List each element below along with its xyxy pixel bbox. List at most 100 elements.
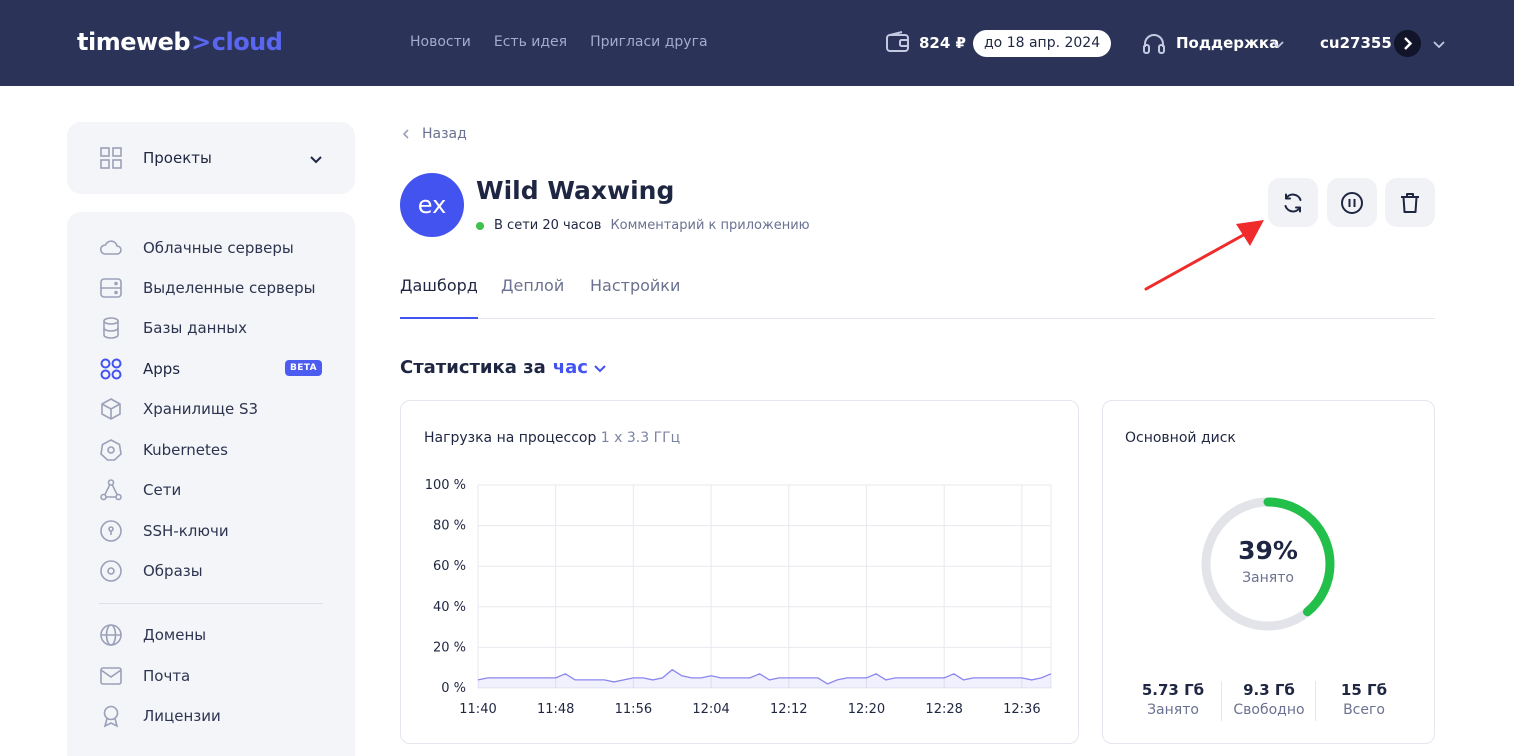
- disk-total-label: Всего: [1343, 702, 1385, 718]
- tab-dashboard[interactable]: Дашборд: [400, 276, 478, 319]
- sidebar-item-label: Apps: [143, 360, 181, 378]
- x-tick-label: 11:40: [459, 702, 496, 717]
- nav-news[interactable]: Новости: [410, 34, 471, 50]
- projects-label: Проекты: [143, 149, 212, 167]
- sidebar-item-images[interactable]: Образы: [99, 558, 327, 584]
- sidebar-item-apps[interactable]: Apps BETA: [99, 356, 327, 382]
- disk-free-stat: 9.3 Гб Свободно: [1220, 681, 1318, 718]
- pause-button[interactable]: [1327, 178, 1377, 227]
- y-tick-label: 0 %: [441, 681, 466, 696]
- username[interactable]: cu27355: [1320, 34, 1392, 52]
- sidebar-item-licenses[interactable]: Лицензии: [99, 703, 327, 729]
- mail-icon: [100, 667, 122, 685]
- sidebar-item-label: Выделенные серверы: [143, 279, 316, 297]
- sidebar-item-mail[interactable]: Почта: [99, 663, 327, 689]
- app-avatar: ex: [400, 173, 464, 237]
- online-dot: [476, 221, 484, 230]
- disk-total-stat: 15 Гб Всего: [1315, 681, 1413, 718]
- sidebar-item-label: Kubernetes: [143, 441, 228, 459]
- comment-link[interactable]: Комментарий к приложению: [610, 218, 809, 233]
- app-title: Wild Waxwing: [476, 176, 675, 205]
- sidebar-item-databases[interactable]: Базы данных: [99, 315, 327, 341]
- stats-title: Статистика за: [400, 357, 546, 378]
- apps-icon: [100, 358, 122, 380]
- sidebar-item-ssh-keys[interactable]: SSH-ключи: [99, 518, 327, 544]
- sidebar-item-dedicated-servers[interactable]: Выделенные серверы: [99, 275, 327, 301]
- x-tick-label: 11:56: [615, 702, 652, 717]
- disc-icon: [100, 560, 122, 582]
- app-status: В сети 20 часов Комментарий к приложению: [476, 218, 810, 233]
- stats-period-select[interactable]: час: [553, 357, 588, 378]
- key-icon: [100, 520, 122, 542]
- logo-cloud: cloud: [211, 28, 283, 56]
- disk-card: Основной диск 39% Занято 5.73 Гб Занято …: [1102, 400, 1435, 744]
- beta-badge: BETA: [285, 360, 323, 376]
- sidebar-item-label: Почта: [143, 667, 191, 685]
- y-tick-label: 40 %: [433, 600, 466, 615]
- chevron-down-icon[interactable]: [1270, 36, 1286, 52]
- disk-percent: 39%: [1238, 536, 1298, 565]
- back-link[interactable]: Назад: [400, 126, 467, 142]
- disk-used-value: 5.73 Гб: [1141, 681, 1205, 699]
- disk-used-stat: 5.73 Гб Занято: [1124, 681, 1222, 718]
- chevron-down-icon[interactable]: [307, 150, 325, 168]
- sidebar-item-label: Лицензии: [143, 707, 221, 725]
- delete-button[interactable]: [1385, 178, 1435, 227]
- nav-idea[interactable]: Есть идея: [494, 34, 567, 50]
- disk-percent-label: Занято: [1242, 570, 1294, 586]
- status-text: В сети 20 часов: [494, 218, 602, 233]
- y-tick-label: 80 %: [433, 519, 466, 534]
- x-tick-label: 12:20: [848, 702, 885, 717]
- sidebar-item-label: Базы данных: [143, 319, 247, 337]
- chevron-down-icon[interactable]: [1431, 36, 1447, 52]
- cpu-area: [478, 669, 1051, 688]
- x-tick-label: 12:04: [692, 702, 729, 717]
- logo-main: timeweb: [77, 28, 191, 56]
- stats-header: Статистика за час: [400, 357, 608, 378]
- cube-icon: [101, 398, 121, 420]
- sidebar-item-domains[interactable]: Домены: [99, 622, 327, 648]
- sidebar-item-kubernetes[interactable]: Kubernetes: [99, 437, 327, 463]
- disk-used-label: Занято: [1147, 702, 1199, 718]
- x-tick-label: 12:36: [1003, 702, 1040, 717]
- chevron-left-icon: [402, 129, 409, 139]
- support-menu[interactable]: Поддержка: [1176, 34, 1279, 52]
- chevron-down-icon[interactable]: [592, 360, 608, 376]
- headset-icon: [1143, 34, 1165, 54]
- sidebar-item-label: SSH-ключи: [143, 522, 229, 540]
- sidebar-item-label: Облачные серверы: [143, 239, 294, 257]
- y-tick-label: 60 %: [433, 559, 466, 574]
- paid-until-badge[interactable]: до 18 апр. 2024: [973, 30, 1112, 57]
- user-arrow-icon[interactable]: [1394, 30, 1421, 57]
- pause-icon: [1341, 191, 1363, 214]
- x-tick-label: 12:12: [770, 702, 807, 717]
- sidebar-item-networks[interactable]: Сети: [99, 477, 327, 503]
- projects-selector[interactable]: Проекты: [67, 122, 355, 194]
- app-tabs: Дашборд Деплой Настройки: [400, 276, 1435, 319]
- sidebar-item-label: Домены: [143, 626, 207, 644]
- sidebar-item-s3[interactable]: Хранилище S3: [99, 396, 327, 422]
- disk-free-value: 9.3 Гб: [1243, 681, 1295, 699]
- tab-settings[interactable]: Настройки: [590, 276, 680, 318]
- sidebar-item-label: Сети: [143, 481, 182, 499]
- wallet-icon[interactable]: [885, 30, 911, 56]
- sidebar-item-cloud-servers[interactable]: Облачные серверы: [99, 235, 327, 261]
- globe-icon: [100, 624, 122, 646]
- database-icon: [103, 317, 119, 339]
- nav-invite[interactable]: Пригласи друга: [590, 34, 707, 50]
- cloud-icon: [99, 240, 122, 255]
- logo-chevron: >: [191, 28, 211, 56]
- network-icon: [100, 479, 122, 501]
- grid-icon: [100, 147, 122, 169]
- tab-deploy[interactable]: Деплой: [501, 276, 564, 318]
- disk-free-label: Свободно: [1233, 702, 1305, 718]
- server-icon: [100, 278, 122, 298]
- y-tick-label: 100 %: [425, 478, 466, 493]
- back-label: Назад: [422, 126, 467, 142]
- x-tick-label: 12:28: [925, 702, 962, 717]
- logo[interactable]: timeweb > cloud: [77, 28, 283, 56]
- balance[interactable]: 824 ₽: [919, 34, 966, 52]
- top-nav: Новости Есть идея Пригласи друга: [410, 34, 708, 50]
- y-tick-label: 20 %: [433, 640, 466, 655]
- kubernetes-icon: [100, 439, 122, 461]
